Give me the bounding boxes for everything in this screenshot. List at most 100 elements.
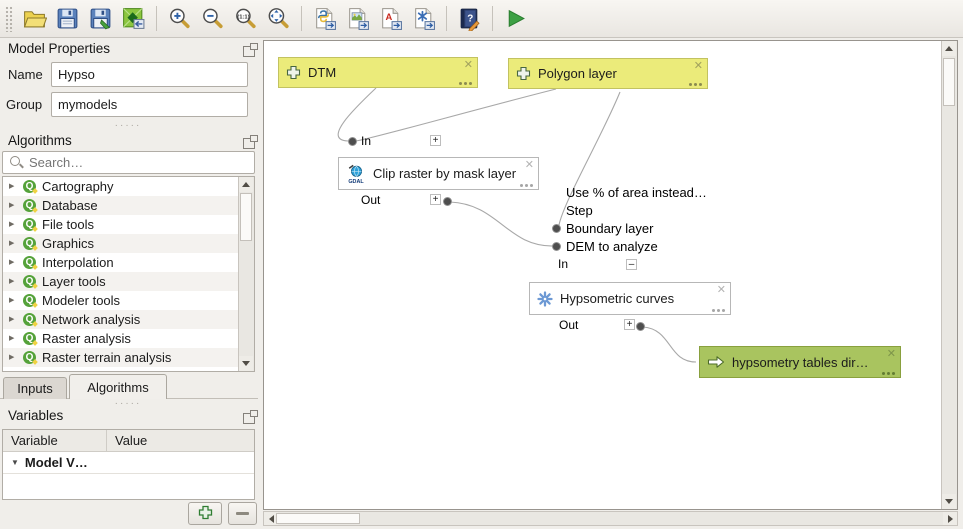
close-icon[interactable] (717, 283, 726, 296)
hypso-in-collapse-box[interactable]: – (626, 259, 637, 270)
help-book-icon: ? (457, 6, 482, 31)
expand-arrow-icon[interactable] (9, 297, 17, 304)
column-variable[interactable]: Variable (3, 430, 107, 451)
scroll-up-icon[interactable] (942, 41, 956, 56)
ellipsis-icon[interactable] (689, 83, 702, 86)
toolbar-separator (156, 6, 157, 31)
scrollbar-thumb[interactable] (240, 193, 252, 241)
clip-in-socket[interactable] (348, 137, 357, 146)
run-model-button[interactable] (500, 3, 531, 34)
float-panel-icon[interactable] (243, 138, 255, 149)
hypso-out-label: Out (559, 318, 578, 332)
scroll-right-icon[interactable] (943, 512, 957, 525)
open-folder-icon (22, 6, 47, 31)
ellipsis-icon[interactable] (882, 372, 895, 375)
panel-splitter-handle[interactable]: ····· (108, 123, 148, 129)
scroll-down-icon[interactable] (239, 356, 253, 371)
tab-inputs[interactable]: Inputs (3, 377, 67, 399)
zoom-full-button[interactable] (263, 3, 294, 34)
scrollbar-thumb[interactable] (276, 513, 360, 524)
expand-arrow-icon[interactable] (9, 278, 17, 285)
expand-arrow-icon[interactable] (9, 259, 17, 266)
open-model-button[interactable] (19, 3, 50, 34)
tree-item-cartography[interactable]: QCartography (3, 177, 245, 196)
expand-arrow-icon[interactable] (9, 183, 17, 190)
tab-algorithms[interactable]: Algorithms (69, 374, 167, 399)
model-canvas[interactable]: DTM Polygon layer In + GDAL Clip raster … (263, 40, 958, 510)
add-variable-button[interactable] (188, 502, 222, 525)
node-hypsometry-output[interactable]: hypsometry tables dir… (699, 346, 901, 378)
panel-splitter-handle[interactable]: ····· (108, 401, 148, 407)
tab-label: Algorithms (87, 380, 148, 395)
close-icon[interactable] (887, 347, 896, 360)
tree-item-network-analysis[interactable]: QNetwork analysis (3, 310, 245, 329)
float-panel-icon[interactable] (243, 413, 255, 424)
collapse-arrow-icon[interactable] (11, 458, 19, 467)
variables-group-row[interactable]: Model V… (3, 452, 254, 474)
zoom-out-button[interactable] (197, 3, 228, 34)
export-as-svg-button[interactable] (408, 3, 439, 34)
ellipsis-icon[interactable] (712, 309, 725, 312)
close-icon[interactable] (525, 158, 534, 171)
export-as-image-button[interactable] (342, 3, 373, 34)
tree-item-label: Raster analysis (42, 331, 131, 346)
boundary-layer-socket[interactable] (552, 224, 561, 233)
export-as-pdf-button[interactable]: A (375, 3, 406, 34)
save-model-button[interactable] (52, 3, 83, 34)
tree-item-layer-tools[interactable]: QLayer tools (3, 272, 245, 291)
save-model-as-button[interactable] (85, 3, 116, 34)
search-input[interactable] (2, 151, 255, 174)
gdal-icon: GDAL (346, 164, 366, 184)
tree-item-interpolation[interactable]: QInterpolation (3, 253, 245, 272)
node-polygon-layer[interactable]: Polygon layer (508, 58, 708, 89)
minus-icon (236, 512, 249, 515)
canvas-horizontal-scrollbar[interactable] (263, 511, 958, 526)
tree-item-database[interactable]: QDatabase (3, 196, 245, 215)
expand-arrow-icon[interactable] (9, 316, 17, 323)
ellipsis-icon[interactable] (459, 82, 472, 85)
remove-variable-button[interactable] (228, 502, 257, 525)
zoom-actual-size-button[interactable]: (1:1) (230, 3, 261, 34)
help-button[interactable]: ? (454, 3, 485, 34)
tree-item-raster-terrain-analysis[interactable]: QRaster terrain analysis (3, 348, 245, 367)
close-icon[interactable] (464, 58, 473, 71)
save-model-in-project-button[interactable] (118, 3, 149, 34)
canvas-vertical-scrollbar[interactable] (941, 41, 957, 509)
hypso-out-socket[interactable] (636, 322, 645, 331)
expand-arrow-icon[interactable] (9, 202, 17, 209)
expand-arrow-icon[interactable] (9, 354, 17, 361)
svg-text:(1:1): (1:1) (237, 14, 249, 20)
tree-item-graphics[interactable]: QGraphics (3, 234, 245, 253)
tree-scrollbar[interactable] (238, 177, 254, 371)
expand-arrow-icon[interactable] (9, 221, 17, 228)
ellipsis-icon[interactable] (520, 184, 533, 187)
model-name-input[interactable] (51, 62, 248, 87)
hypso-out-expand-box[interactable]: + (624, 319, 635, 330)
node-clip-raster[interactable]: GDAL Clip raster by mask layer (338, 157, 539, 190)
node-dtm[interactable]: DTM (278, 57, 478, 88)
expand-arrow-icon[interactable] (9, 240, 17, 247)
scrollbar-thumb[interactable] (943, 58, 955, 106)
close-icon[interactable] (694, 59, 703, 72)
processing-gear-icon (537, 291, 553, 307)
toolbar-drag-handle[interactable] (5, 6, 13, 32)
clip-out-expand-box[interactable]: + (430, 194, 441, 205)
clip-in-expand-box[interactable]: + (430, 135, 441, 146)
expand-arrow-icon[interactable] (9, 335, 17, 342)
scroll-up-icon[interactable] (239, 177, 253, 192)
clip-out-socket[interactable] (443, 197, 452, 206)
export-as-python-button[interactable] (309, 3, 340, 34)
scroll-down-icon[interactable] (942, 494, 956, 509)
model-group-input[interactable] (51, 92, 248, 117)
algorithm-search (2, 151, 255, 174)
tree-item-modeler-tools[interactable]: QModeler tools (3, 291, 245, 310)
tree-item-label: Database (42, 198, 98, 213)
tree-item-raster-analysis[interactable]: QRaster analysis (3, 329, 245, 348)
node-hypsometric-curves[interactable]: Hypsometric curves (529, 282, 731, 315)
float-panel-icon[interactable] (243, 46, 255, 57)
tree-item-file-tools[interactable]: QFile tools (3, 215, 245, 234)
dem-to-analyze-socket[interactable] (552, 242, 561, 251)
zoom-in-button[interactable] (164, 3, 195, 34)
column-value[interactable]: Value (107, 430, 147, 451)
qgis-provider-icon: Q (23, 275, 36, 288)
